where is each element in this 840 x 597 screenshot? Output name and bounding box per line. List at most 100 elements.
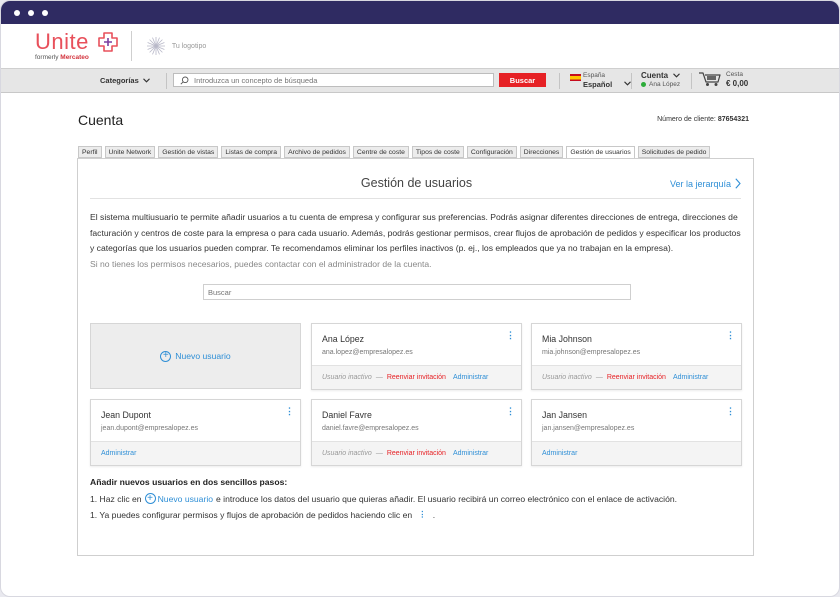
- kebab-menu-icon[interactable]: ⋮: [285, 407, 294, 416]
- nav-divider: [631, 73, 632, 89]
- plus-circle-icon: +: [160, 350, 172, 362]
- main-navbar: Categorías Buscar España Español Cuenta …: [1, 68, 839, 93]
- inline-new-user-link[interactable]: + Nuevo usuario: [144, 493, 214, 504]
- inactive-status: Usuario inactivo: [322, 374, 372, 381]
- sunburst-icon: [146, 37, 165, 55]
- section-description: El sistema multiusuario te permite añadi…: [90, 210, 745, 272]
- manage-user-link[interactable]: Administrar: [453, 374, 488, 381]
- inline-new-user-label: Nuevo usuario: [157, 493, 214, 504]
- inactive-status: Usuario inactivo: [542, 374, 592, 381]
- language-label: Español: [583, 80, 613, 89]
- user-card-footer: Administrar: [91, 441, 300, 465]
- new-user-button[interactable]: + Nuevo usuario: [90, 323, 301, 389]
- new-user-label: Nuevo usuario: [175, 351, 231, 361]
- user-search-input[interactable]: [203, 284, 631, 300]
- categories-label: Categorías: [100, 76, 139, 85]
- account-label: Cuenta: [641, 71, 681, 80]
- tab-direcciones[interactable]: Direcciones: [519, 146, 564, 158]
- tab-centre-coste[interactable]: Centre de coste: [352, 146, 409, 158]
- brand-name: Unite: [35, 29, 89, 54]
- step-one-prefix: 1. Haz clic en: [90, 493, 142, 504]
- user-card-footer: Administrar: [532, 441, 741, 465]
- tab-unite-network[interactable]: Unite Network: [104, 146, 156, 158]
- manage-user-link[interactable]: Administrar: [101, 450, 136, 457]
- chevron-down-icon: [673, 73, 681, 78]
- view-hierarchy-label: Ver la jerarquía: [669, 178, 731, 189]
- window-minimize-dot[interactable]: [28, 9, 34, 16]
- kebab-menu-icon[interactable]: ⋮: [506, 407, 515, 416]
- separator-dash: —: [595, 374, 603, 381]
- chevron-down-icon: [142, 78, 150, 83]
- window-close-dot[interactable]: [14, 9, 20, 16]
- user-name: Jan Jansen: [542, 410, 587, 420]
- your-logo-text: Tu logotipo: [171, 42, 207, 50]
- user-card-footer: Usuario inactivo — Reenviar invitación A…: [312, 441, 521, 465]
- nav-divider: [559, 73, 560, 89]
- user-name: Mia Johnson: [542, 334, 592, 344]
- cart-label: Cesta: [726, 71, 743, 78]
- brand-formerly: formerly Mercateo: [35, 54, 89, 61]
- step-one-suffix: e introduce los datos del usuario que qu…: [216, 493, 678, 504]
- user-card: Mia Johnson mia.johnson@empresalopez.es …: [531, 323, 742, 390]
- section-divider: [90, 198, 741, 199]
- brand-mark-icon: [98, 32, 118, 52]
- step-one: 1. Haz clic en + Nuevo usuario e introdu…: [90, 493, 677, 504]
- description-text: El sistema multiusuario te permite añadi…: [90, 212, 741, 253]
- nav-divider: [691, 73, 692, 89]
- step-two-prefix: 1. Ya puedes configurar permisos y flujo…: [90, 509, 413, 520]
- tab-solicitudes-pedido[interactable]: Solicitudes de pedido: [637, 146, 711, 158]
- page-title: Cuenta: [78, 112, 124, 128]
- kebab-menu-icon[interactable]: ⋮: [506, 331, 515, 340]
- window-maximize-dot[interactable]: [42, 9, 48, 16]
- user-email: jan.jansen@empresalopez.es: [542, 425, 635, 432]
- kebab-menu-icon[interactable]: ⋮: [726, 331, 735, 340]
- manage-user-link[interactable]: Administrar: [542, 450, 577, 457]
- user-email: daniel.favre@empresalopez.es: [322, 425, 419, 432]
- resend-invitation-link[interactable]: Reenviar invitación: [607, 374, 666, 381]
- logo-divider: [130, 31, 132, 61]
- browser-window: Unite formerly Mercateo Tu logotipo Cate…: [0, 0, 840, 597]
- global-search-box[interactable]: [173, 73, 494, 87]
- user-card-footer: Usuario inactivo — Reenviar invitación A…: [532, 365, 741, 389]
- tab-gestion-vistas[interactable]: Gestión de vistas: [158, 146, 219, 158]
- user-name: Ana López: [322, 334, 365, 344]
- logo-bar: Unite formerly Mercateo Tu logotipo: [1, 24, 839, 68]
- manage-user-link[interactable]: Administrar: [673, 374, 708, 381]
- search-icon: [180, 76, 189, 85]
- global-search-input[interactable]: [194, 75, 484, 85]
- step-two-suffix: .: [432, 509, 436, 520]
- view-hierarchy-link[interactable]: Ver la jerarquía: [670, 178, 741, 189]
- inactive-status: Usuario inactivo: [322, 450, 372, 457]
- separator-dash: —: [375, 450, 383, 457]
- plus-circle-icon: +: [144, 493, 156, 504]
- tab-listas-compra[interactable]: Listas de compra: [221, 146, 282, 158]
- brand-logo[interactable]: Unite formerly Mercateo: [35, 31, 119, 61]
- user-email: jean.dupont@empresalopez.es: [101, 425, 199, 432]
- user-email: mia.johnson@empresalopez.es: [542, 349, 641, 356]
- user-name: Jean Dupont: [101, 410, 151, 420]
- account-menu[interactable]: Cuenta Ana López: [641, 71, 681, 89]
- resend-invitation-link[interactable]: Reenviar invitación: [387, 450, 446, 457]
- tab-configuracion[interactable]: Configuración: [466, 146, 517, 158]
- client-number: Número de cliente: 87654321: [657, 116, 749, 123]
- categories-menu[interactable]: Categorías: [100, 76, 150, 85]
- step-two: 1. Ya puedes configurar permisos y flujo…: [90, 509, 435, 520]
- spain-flag-icon: [570, 74, 581, 81]
- tab-archivo-pedidos[interactable]: Archivo de pedidos: [284, 146, 350, 158]
- user-card: Ana López ana.lopez@empresalopez.es ⋮ Us…: [311, 323, 522, 390]
- tab-perfil[interactable]: Perfil: [78, 146, 102, 158]
- online-status-icon: [641, 82, 646, 87]
- tab-tipos-coste[interactable]: Tipos de coste: [411, 146, 464, 158]
- description-muted-text: Si no tienes los permisos necesarios, pu…: [90, 258, 432, 269]
- account-user: Ana López: [641, 80, 680, 89]
- kebab-menu-icon[interactable]: ⋮: [726, 407, 735, 416]
- language-selector[interactable]: España Español: [569, 71, 632, 89]
- user-name: Daniel Favre: [322, 410, 372, 420]
- cart-button[interactable]: Cesta € 0,00: [698, 70, 748, 88]
- country-label: España: [583, 72, 606, 79]
- resend-invitation-link[interactable]: Reenviar invitación: [387, 374, 446, 381]
- search-button[interactable]: Buscar: [499, 73, 546, 87]
- manage-user-link[interactable]: Administrar: [453, 450, 488, 457]
- user-card: Jan Jansen jan.jansen@empresalopez.es ⋮ …: [531, 399, 742, 466]
- chevron-right-icon: [735, 178, 741, 189]
